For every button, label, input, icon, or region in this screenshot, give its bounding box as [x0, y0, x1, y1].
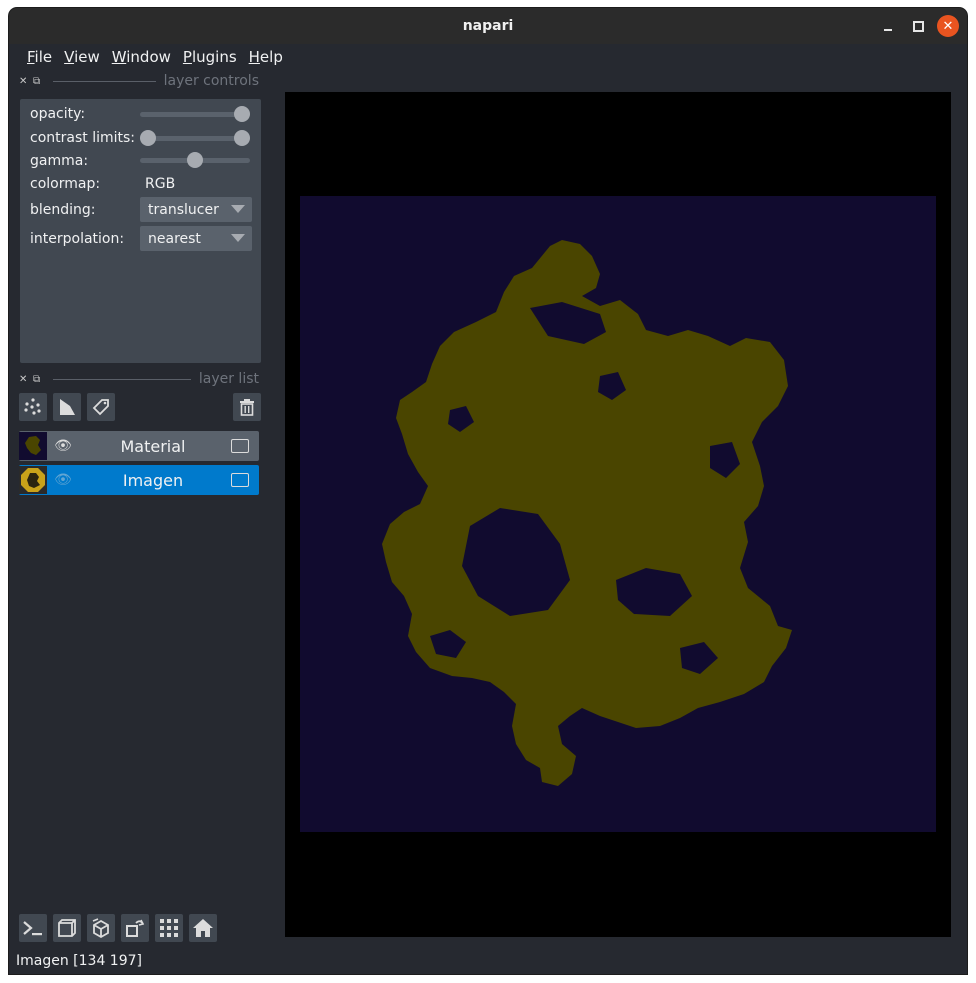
maximize-icon[interactable] — [907, 15, 929, 37]
roll-dims-button[interactable] — [87, 914, 115, 942]
layer-controls-header: ✕ ⧉ layer controls — [19, 72, 259, 90]
layer-item-material[interactable]: 👁 Material — [19, 431, 259, 461]
transpose-button[interactable] — [121, 914, 149, 942]
menu-window[interactable]: Window — [106, 48, 177, 66]
console-button[interactable] — [19, 914, 47, 942]
chevron-down-icon — [231, 234, 245, 242]
transpose-icon — [126, 919, 145, 937]
gamma-slider-handle[interactable] — [187, 152, 203, 168]
layer-list-header: ✕ ⧉ layer list — [19, 370, 259, 388]
menu-bar: File View Window Plugins Help — [9, 44, 967, 70]
cube-3d-icon — [58, 919, 76, 937]
minimize-icon[interactable] — [877, 15, 899, 37]
interpolation-dropdown[interactable]: nearest — [140, 226, 252, 251]
image-layer-icon — [231, 473, 249, 487]
points-icon — [24, 398, 41, 415]
opacity-label: opacity: — [30, 106, 86, 122]
window-title: napari — [462, 18, 514, 34]
grid-icon — [160, 919, 178, 937]
gamma-label: gamma: — [30, 153, 89, 169]
blending-dropdown[interactable]: translucer — [140, 197, 252, 222]
title-bar[interactable]: napari ✕ — [9, 8, 967, 44]
delete-layer-button[interactable] — [233, 393, 261, 421]
layer-controls-title: layer controls — [163, 73, 259, 89]
opacity-slider-handle[interactable] — [234, 106, 250, 122]
layer-name[interactable]: Material — [75, 437, 231, 456]
colormap-label: colormap: — [30, 176, 101, 192]
chevron-down-icon — [231, 205, 245, 213]
contrast-max-handle[interactable] — [234, 130, 250, 146]
blending-label: blending: — [30, 202, 96, 218]
segmentation-blob — [382, 240, 792, 786]
close-icon[interactable]: ✕ — [937, 15, 959, 37]
image-layer-icon — [231, 439, 249, 453]
dock-close-icon[interactable]: ✕ — [19, 76, 33, 87]
layer-controls-panel: opacity: contrast limits: gamma: colorma… — [20, 99, 261, 363]
napari-window: napari ✕ File View Window Plugins Help ✕… — [9, 8, 967, 974]
new-shapes-button[interactable] — [53, 393, 81, 421]
menu-file[interactable]: File — [21, 48, 58, 66]
roll-icon — [92, 918, 109, 939]
layer-thumbnail — [19, 466, 47, 494]
contrast-min-handle[interactable] — [140, 130, 156, 146]
dock-close-icon[interactable]: ✕ — [19, 374, 33, 385]
new-labels-button[interactable] — [87, 393, 115, 421]
blending-value: translucer — [148, 201, 219, 218]
layer-list-title: layer list — [198, 371, 259, 387]
layer-item-imagen[interactable]: 👁 Imagen — [19, 465, 259, 495]
image-layer-view — [300, 196, 936, 832]
layer-name[interactable]: Imagen — [75, 471, 231, 490]
dock-float-icon[interactable]: ⧉ — [33, 374, 47, 385]
console-icon — [23, 921, 42, 936]
shapes-icon — [60, 399, 75, 415]
menu-plugins[interactable]: Plugins — [177, 48, 243, 66]
home-button[interactable] — [189, 914, 217, 942]
viewer-canvas[interactable] — [285, 92, 951, 937]
trash-icon — [240, 399, 254, 416]
menu-help[interactable]: Help — [243, 48, 289, 66]
home-icon — [193, 919, 213, 937]
status-text: Imagen [134 197] — [16, 953, 142, 969]
status-bar: Imagen [134 197] — [16, 953, 142, 969]
ndisplay-button[interactable] — [53, 914, 81, 942]
layer-buttons — [19, 393, 261, 421]
interpolation-value: nearest — [148, 230, 201, 247]
tag-icon — [92, 399, 109, 416]
visibility-eye-icon[interactable]: 👁 — [51, 438, 75, 454]
colormap-value: RGB — [145, 176, 176, 192]
layer-thumbnail — [19, 432, 47, 460]
dock-float-icon[interactable]: ⧉ — [33, 76, 47, 87]
menu-view[interactable]: View — [58, 48, 106, 66]
new-points-button[interactable] — [19, 393, 47, 421]
grid-view-button[interactable] — [155, 914, 183, 942]
viewer-buttons — [19, 914, 217, 942]
contrast-limits-label: contrast limits: — [30, 130, 135, 146]
interpolation-label: interpolation: — [30, 231, 125, 247]
visibility-eye-hidden-icon[interactable]: 👁 — [51, 472, 75, 488]
